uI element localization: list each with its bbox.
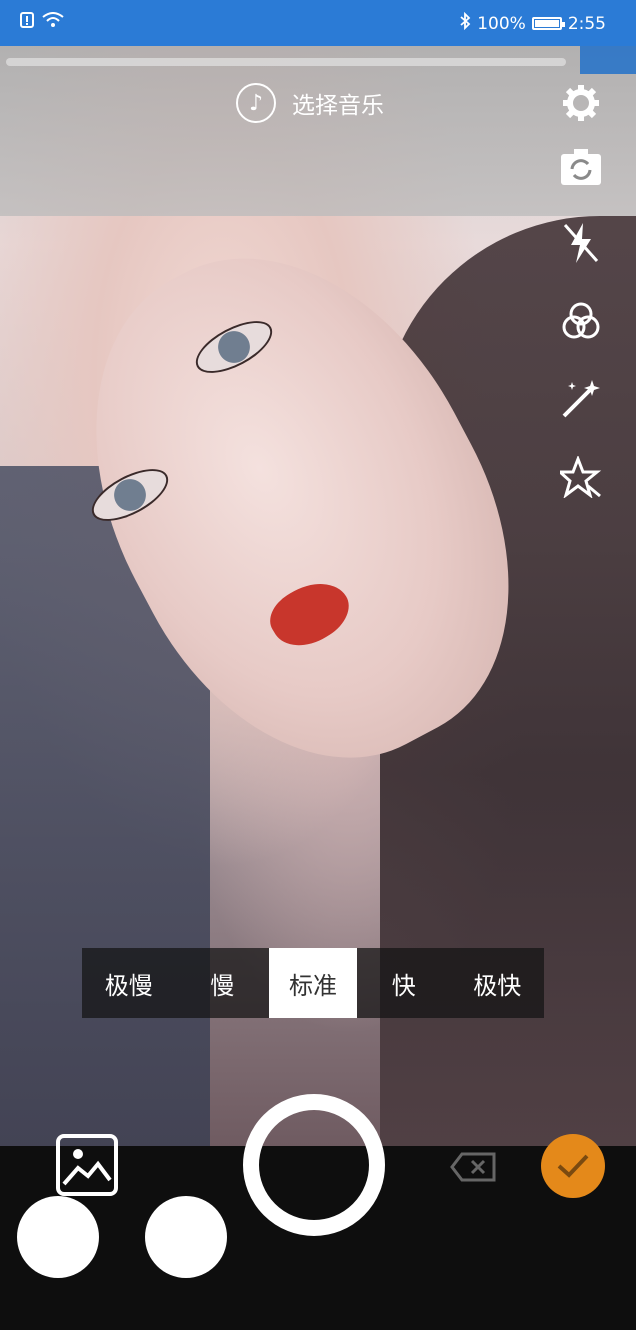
speed-option-slow[interactable]: 慢: [176, 948, 270, 1018]
flash-off-icon[interactable]: [558, 220, 604, 266]
status-right: 100% 2:55: [459, 11, 606, 35]
sim-alert-icon: [20, 12, 34, 32]
filter-icon[interactable]: [558, 298, 604, 344]
confirm-check-icon[interactable]: [541, 1134, 605, 1198]
sticker-star-icon[interactable]: [558, 454, 604, 500]
music-note-icon: ♪: [236, 83, 276, 123]
background-scrollbar: [6, 58, 566, 66]
speed-selector: 极慢 慢 标准 快 极快: [82, 948, 544, 1018]
beauty-wand-icon[interactable]: [558, 376, 604, 422]
speed-option-very-slow[interactable]: 极慢: [82, 948, 176, 1018]
settings-icon[interactable]: [558, 80, 604, 126]
wifi-icon: [42, 12, 64, 32]
status-left: [20, 12, 64, 32]
select-music-label: 选择音乐: [292, 93, 384, 119]
switch-camera-icon[interactable]: [558, 144, 604, 190]
background-screen: [0, 46, 636, 216]
gallery-icon[interactable]: [56, 1134, 118, 1196]
select-music-button[interactable]: ♪ 选择音乐: [236, 83, 384, 123]
delete-icon[interactable]: [450, 1152, 496, 1182]
status-time: 2:55: [567, 13, 606, 34]
background-blue-chip: [580, 46, 636, 74]
battery-percent: 100%: [477, 13, 526, 34]
white-circle-button-left[interactable]: [17, 1196, 99, 1278]
speed-option-standard[interactable]: 标准: [269, 948, 357, 1018]
white-circle-button-right[interactable]: [145, 1196, 227, 1278]
speed-option-very-fast[interactable]: 极快: [451, 948, 545, 1018]
bluetooth-icon: [459, 11, 471, 35]
status-bar: 100% 2:55: [0, 0, 636, 46]
shutter-button[interactable]: [243, 1094, 385, 1236]
speed-option-fast[interactable]: 快: [357, 948, 451, 1018]
battery-icon: [531, 17, 565, 30]
